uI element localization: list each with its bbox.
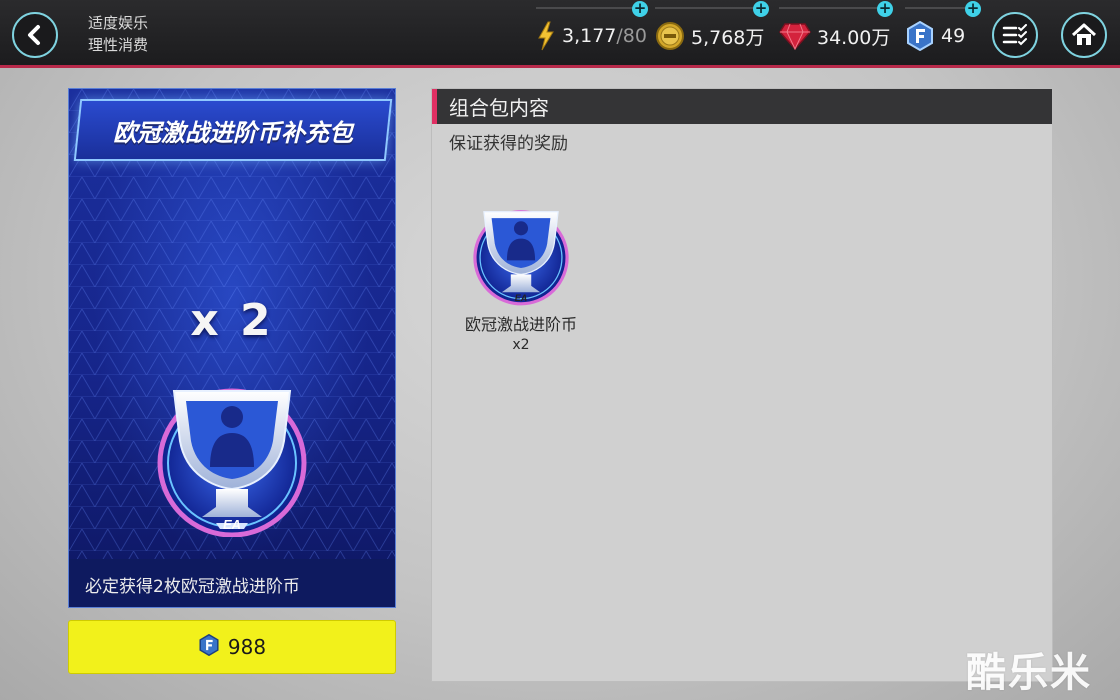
points-divider	[905, 7, 971, 9]
fifa-coin-icon	[655, 21, 685, 51]
points-counter[interactable]: + 49	[905, 1, 983, 52]
pack-card[interactable]: 欧冠激战进阶币补充包 x 2 EA 必定获得2枚欧冠激战进阶币	[68, 88, 396, 608]
trophy-token-icon: EA	[473, 210, 569, 306]
ruby-gem-icon	[779, 22, 811, 50]
chevron-left-icon	[28, 25, 40, 45]
back-button[interactable]	[12, 12, 58, 58]
gems-add-button[interactable]: +	[877, 1, 893, 17]
health-notice: 适度娱乐 理性消费	[88, 12, 148, 56]
stamina-divider	[536, 7, 638, 9]
notice-line-2: 理性消费	[88, 36, 149, 54]
pack-quantity: x 2	[190, 295, 274, 346]
coins-value: 5,768万	[691, 26, 765, 49]
gems-value: 34.00万	[817, 26, 891, 49]
coins-counter[interactable]: + 5,768万	[655, 1, 771, 52]
stamina-counter[interactable]: + 3,177 /80	[536, 1, 650, 52]
coins-divider	[655, 7, 759, 9]
points-value: 49	[941, 25, 966, 47]
ea-logo-text: EA	[515, 293, 527, 303]
reward-quantity: x2	[512, 337, 530, 353]
notice-line-1: 适度娱乐	[88, 14, 149, 32]
reward-name: 欧冠激战进阶币	[464, 315, 577, 334]
home-icon	[1071, 23, 1097, 45]
points-add-button[interactable]: +	[965, 1, 981, 17]
coins-add-button[interactable]: +	[753, 1, 769, 17]
pack-description-bar: 必定获得2枚欧冠激战进阶币	[69, 559, 395, 607]
panel-title: 组合包内容	[449, 96, 549, 120]
pack-contents-panel: 组合包内容 保证获得的奖励 EA 欧冠激战进阶币 x2	[431, 88, 1053, 682]
trophy-token-icon: EA	[157, 388, 307, 537]
stamina-add-button[interactable]: +	[632, 1, 648, 17]
guaranteed-rewards-label: 保证获得的奖励	[449, 134, 568, 154]
menu-button[interactable]	[992, 12, 1038, 58]
stamina-value: 3,177	[562, 25, 617, 47]
buy-button[interactable]: 988	[68, 620, 396, 674]
buy-price: 988	[227, 635, 267, 659]
ea-logo-text: EA	[223, 517, 241, 532]
menu-checklist-icon	[1002, 24, 1027, 46]
reward-item[interactable]: EA 欧冠激战进阶币 x2	[446, 197, 596, 353]
pack-description: 必定获得2枚欧冠激战进阶币	[85, 576, 300, 597]
top-bar: 适度娱乐 理性消费 + 3,177 /80 + 5,768万 + 34.00万 …	[0, 0, 1120, 68]
lightning-icon	[536, 21, 556, 51]
panel-header: 组合包内容	[432, 89, 1052, 124]
fifa-points-icon	[198, 633, 220, 661]
gems-counter[interactable]: + 34.00万	[779, 1, 895, 52]
watermark-text: 酷乐米	[966, 650, 1092, 696]
fifa-points-icon	[905, 21, 935, 51]
gems-divider	[779, 7, 883, 9]
pack-title: 欧冠激战进阶币补充包	[113, 118, 353, 147]
stamina-max: /80	[616, 25, 647, 47]
home-button[interactable]	[1061, 12, 1107, 58]
